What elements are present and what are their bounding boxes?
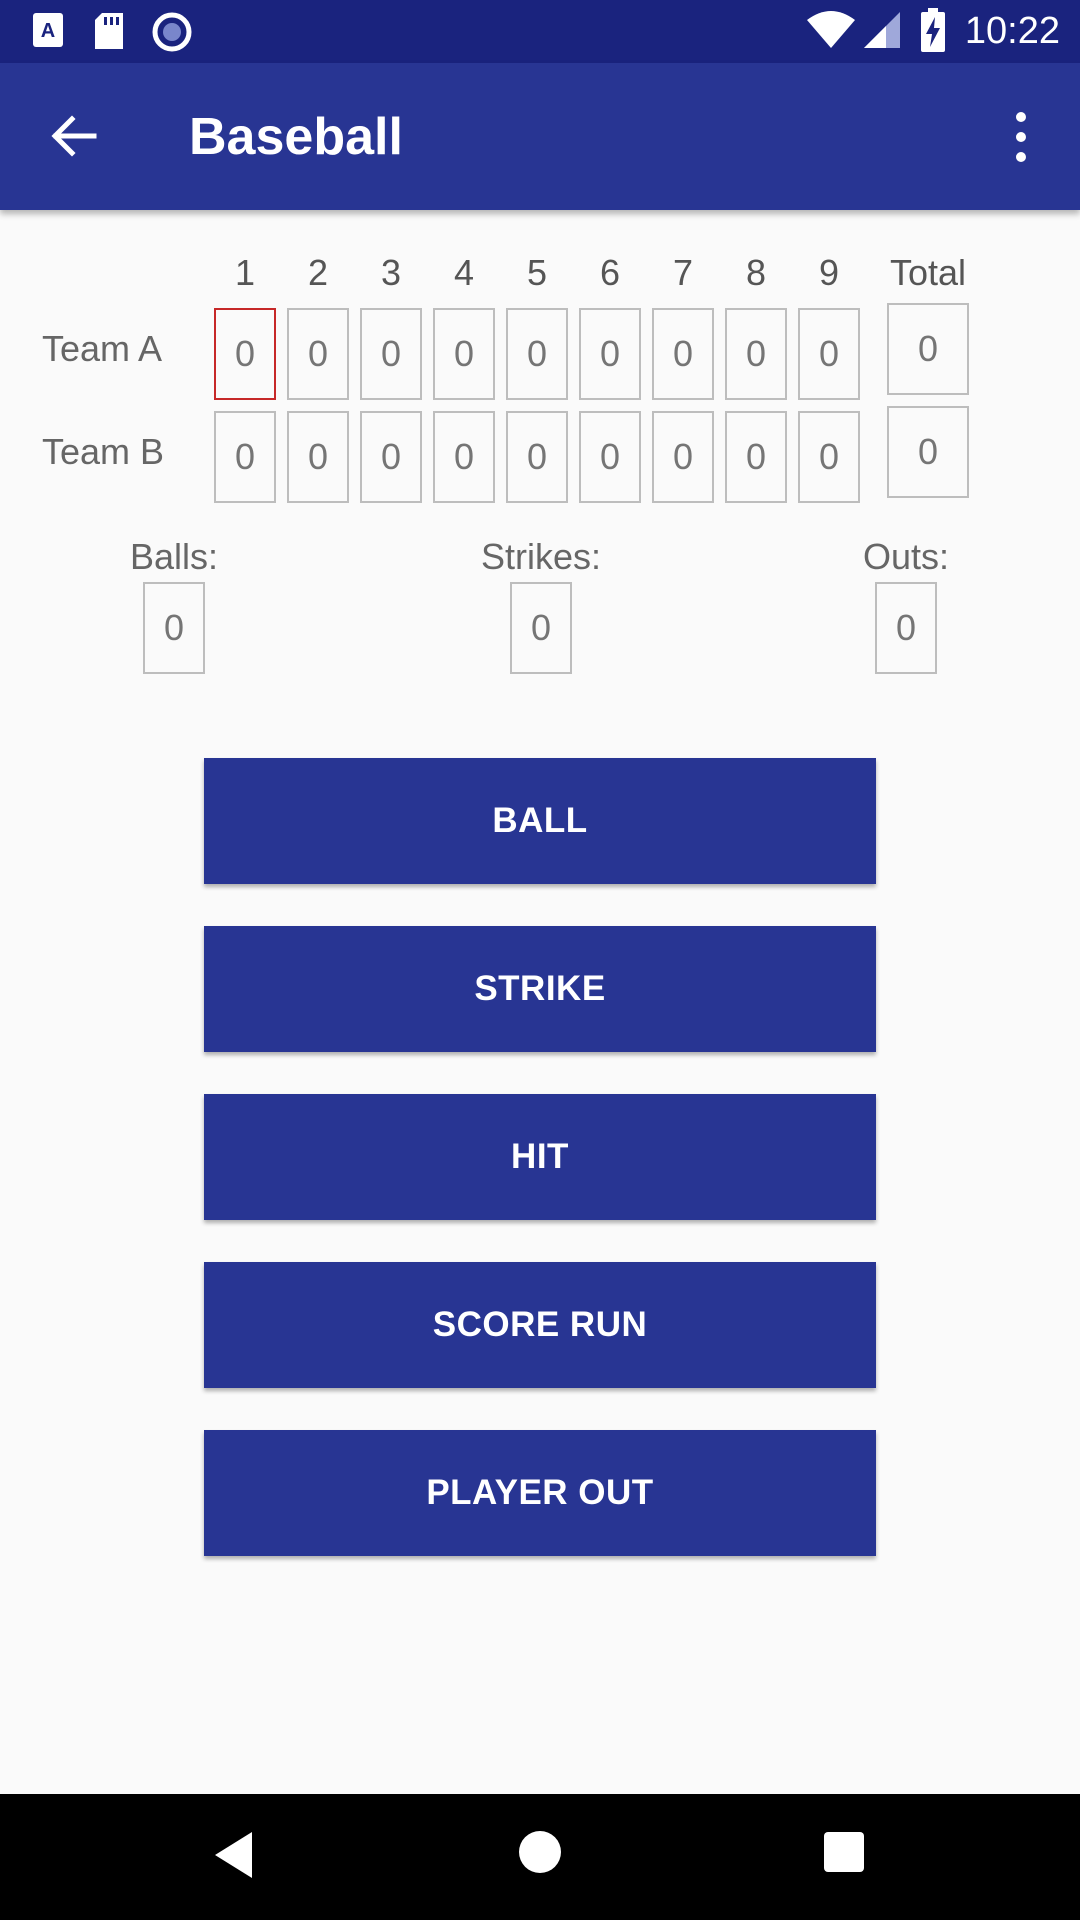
- nav-back-icon[interactable]: [212, 1830, 256, 1880]
- inning-header: 6: [599, 252, 621, 293]
- team-b-inning-3-score[interactable]: 0: [360, 411, 422, 503]
- team-a-inning-9-score[interactable]: 0: [798, 308, 860, 400]
- strike-button[interactable]: STRIKE: [204, 926, 876, 1052]
- nav-recents-icon[interactable]: [824, 1832, 864, 1872]
- app-bar: Baseball: [0, 63, 1080, 210]
- score-run-button[interactable]: SCORE RUN: [204, 1262, 876, 1388]
- wifi-icon: [807, 11, 855, 48]
- text-notification-icon: A: [33, 13, 63, 47]
- inning-header: 8: [745, 252, 767, 293]
- svg-text:A: A: [41, 20, 55, 42]
- team-b-total[interactable]: 0: [887, 406, 969, 498]
- team-b-inning-6-score[interactable]: 0: [579, 411, 641, 503]
- sd-card-icon: [95, 13, 123, 49]
- inning-header: 9: [818, 252, 840, 293]
- team-a-inning-4-score[interactable]: 0: [433, 308, 495, 400]
- balls-label: Balls:: [129, 536, 219, 577]
- team-b-inning-8-score[interactable]: 0: [725, 411, 787, 503]
- team-b-inning-7-score[interactable]: 0: [652, 411, 714, 503]
- outs-count[interactable]: 0: [875, 582, 937, 674]
- team-b-inning-2-score[interactable]: 0: [287, 411, 349, 503]
- status-time: 10:22: [964, 10, 1060, 52]
- arrow-back-icon[interactable]: [46, 109, 100, 163]
- inning-header: 4: [453, 252, 475, 293]
- inning-header: 1: [234, 252, 256, 293]
- ball-button[interactable]: BALL: [204, 758, 876, 884]
- team-a-inning-3-score[interactable]: 0: [360, 308, 422, 400]
- status-bar: A 10:22: [0, 0, 1080, 63]
- team-a-label: Team A: [42, 328, 163, 369]
- team-a-inning-1-score[interactable]: 0: [214, 308, 276, 400]
- inning-header: 2: [307, 252, 329, 293]
- inning-header: 3: [380, 252, 402, 293]
- more-vert-icon[interactable]: [1006, 107, 1036, 167]
- team-a-inning-5-score[interactable]: 0: [506, 308, 568, 400]
- team-b-inning-5-score[interactable]: 0: [506, 411, 568, 503]
- balls-count[interactable]: 0: [143, 582, 205, 674]
- player-out-button[interactable]: PLAYER OUT: [204, 1430, 876, 1556]
- team-a-inning-6-score[interactable]: 0: [579, 308, 641, 400]
- team-b-inning-4-score[interactable]: 0: [433, 411, 495, 503]
- strikes-label: Strikes:: [480, 536, 602, 577]
- team-a-total[interactable]: 0: [887, 303, 969, 395]
- hit-button[interactable]: HIT: [204, 1094, 876, 1220]
- team-a-inning-7-score[interactable]: 0: [652, 308, 714, 400]
- team-b-inning-1-score[interactable]: 0: [214, 411, 276, 503]
- team-a-inning-8-score[interactable]: 0: [725, 308, 787, 400]
- strikes-count[interactable]: 0: [510, 582, 572, 674]
- battery-charging-icon: [921, 8, 945, 52]
- total-header: Total: [889, 252, 967, 293]
- team-b-inning-9-score[interactable]: 0: [798, 411, 860, 503]
- nav-home-icon[interactable]: [519, 1831, 561, 1873]
- inning-header: 7: [672, 252, 694, 293]
- inning-header: 5: [526, 252, 548, 293]
- team-b-label: Team B: [42, 431, 165, 472]
- record-icon: [152, 12, 192, 52]
- outs-label: Outs:: [862, 536, 950, 577]
- signal-icon: [864, 12, 900, 48]
- page-title: Baseball: [189, 108, 403, 166]
- navigation-bar: [0, 1794, 1080, 1920]
- team-a-inning-2-score[interactable]: 0: [287, 308, 349, 400]
